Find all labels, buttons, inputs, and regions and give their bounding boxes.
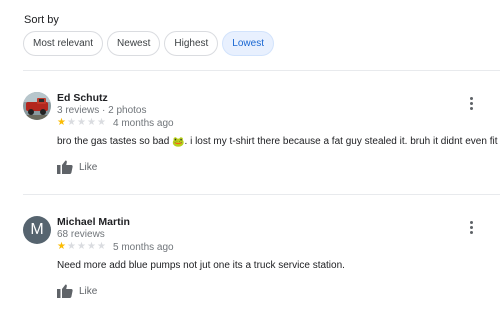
star-empty-icon: ★ xyxy=(67,117,76,128)
avatar[interactable] xyxy=(23,92,51,120)
like-button[interactable]: Like xyxy=(57,160,97,174)
star-rating: ★ ★ ★ ★ ★ xyxy=(57,118,107,128)
star-empty-icon: ★ xyxy=(67,241,76,252)
truck-photo-icon xyxy=(23,92,51,120)
review-text: bro the gas tastes so bad 🐸. i lost my t… xyxy=(57,136,500,148)
sort-most-relevant-chip[interactable]: Most relevant xyxy=(23,31,104,56)
sort-options: Most relevant Newest Highest Lowest xyxy=(23,31,274,56)
avatar[interactable]: M xyxy=(23,216,51,244)
like-button[interactable]: Like xyxy=(57,284,97,298)
sort-by-label: Sort by xyxy=(24,14,59,26)
review-text: Need more add blue pumps not jut one its… xyxy=(57,260,345,271)
star-empty-icon: ★ xyxy=(97,117,106,128)
reviewer-meta: 3 reviews · 2 photos xyxy=(57,105,147,116)
sort-lowest-chip[interactable]: Lowest xyxy=(222,31,274,56)
star-empty-icon: ★ xyxy=(77,241,86,252)
sort-newest-chip[interactable]: Newest xyxy=(107,31,161,56)
more-options-icon[interactable] xyxy=(468,97,474,113)
sort-highest-chip[interactable]: Highest xyxy=(164,31,219,56)
thumbs-up-icon xyxy=(57,160,73,174)
reviewer-name[interactable]: Michael Martin xyxy=(57,216,130,228)
reviewer-name[interactable]: Ed Schutz xyxy=(57,92,108,104)
thumbs-up-icon xyxy=(57,284,73,298)
reviewer-meta: 68 reviews xyxy=(57,229,105,240)
star-filled-icon: ★ xyxy=(57,117,66,128)
review-date: 4 months ago xyxy=(113,118,174,129)
star-empty-icon: ★ xyxy=(87,117,96,128)
frog-emoji: 🐸 xyxy=(172,137,185,148)
review-date: 5 months ago xyxy=(113,242,174,253)
more-options-icon[interactable] xyxy=(468,221,474,237)
star-empty-icon: ★ xyxy=(87,241,96,252)
star-filled-icon: ★ xyxy=(57,241,66,252)
star-rating: ★ ★ ★ ★ ★ xyxy=(57,242,107,252)
divider xyxy=(23,70,500,71)
divider xyxy=(23,194,500,195)
like-label: Like xyxy=(79,161,98,173)
star-empty-icon: ★ xyxy=(97,241,106,252)
like-label: Like xyxy=(79,285,98,297)
star-empty-icon: ★ xyxy=(77,117,86,128)
